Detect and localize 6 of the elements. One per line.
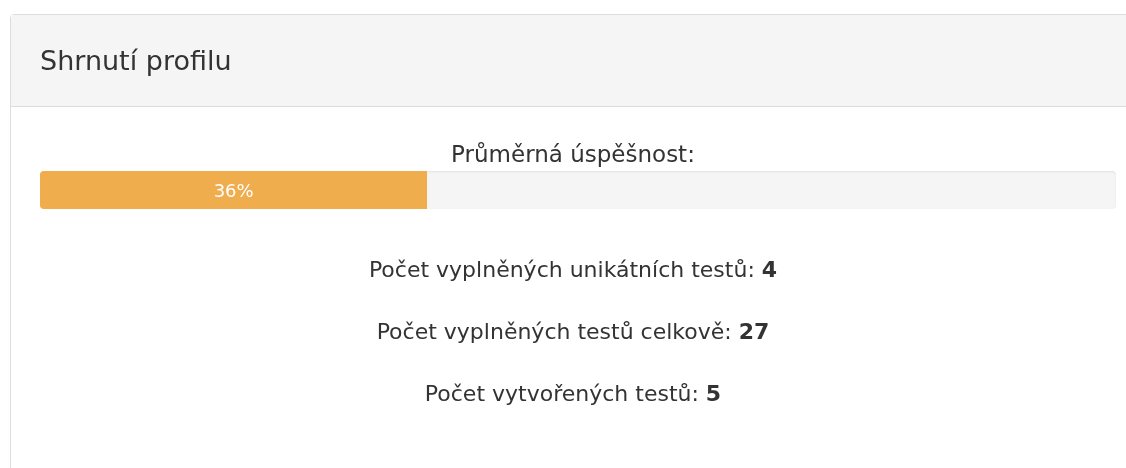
stat-line: Počet vyplněných testů celkově: 27 xyxy=(376,318,770,346)
stat-line: Počet vytvořených testů: 5 xyxy=(424,380,722,408)
progress-value: 36% xyxy=(213,179,254,201)
progress-label: Průměrná úspěšnost: xyxy=(451,140,695,169)
panel-title: Shrnutí profilu xyxy=(40,45,232,76)
stat-line: Počet vyplněných unikátních testů: 4 xyxy=(368,256,778,284)
